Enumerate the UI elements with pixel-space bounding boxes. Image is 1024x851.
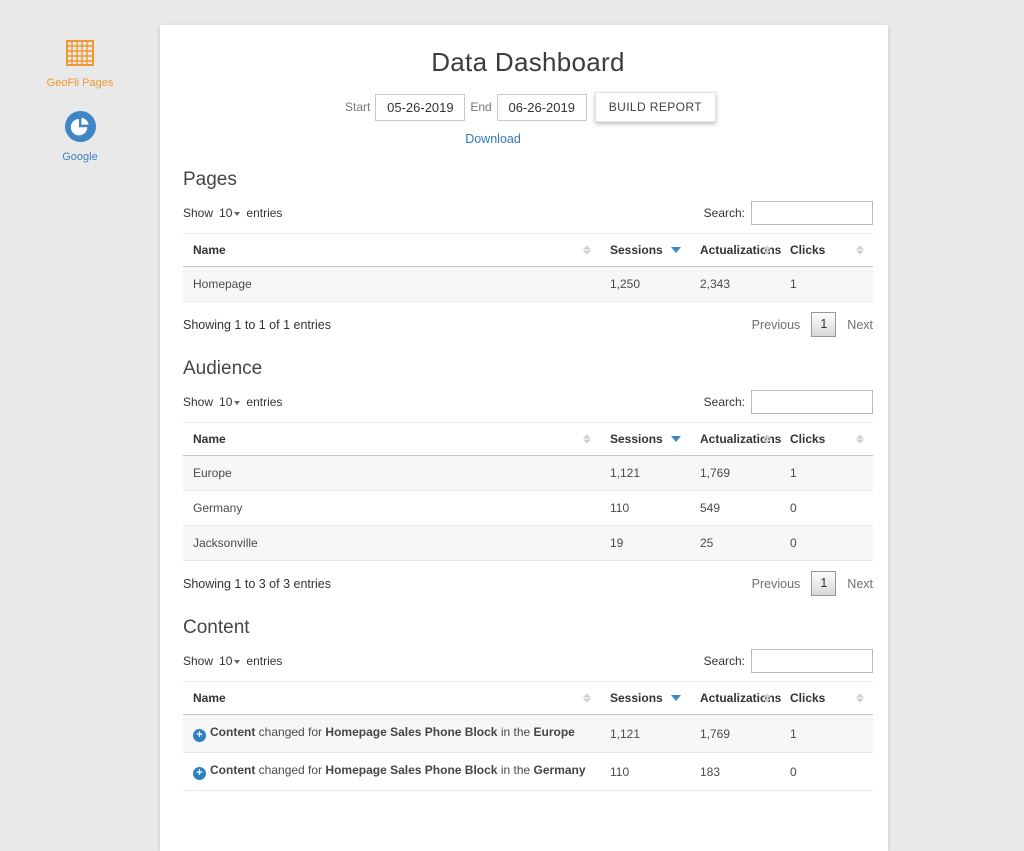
download-link[interactable]: Download bbox=[465, 132, 521, 146]
entries-label: entries bbox=[246, 206, 283, 220]
column-header-name[interactable]: Name bbox=[183, 422, 600, 456]
table-info-pages: Showing 1 to 1 of 1 entries bbox=[183, 317, 332, 332]
search-label: Search: bbox=[703, 395, 745, 409]
show-label: Show bbox=[183, 206, 214, 220]
column-header-sessions[interactable]: Sessions bbox=[600, 681, 690, 715]
entries-select-audience[interactable]: 10 bbox=[217, 394, 242, 410]
chevron-down-icon bbox=[234, 660, 241, 664]
chevron-down-icon bbox=[234, 212, 241, 216]
page-1-button[interactable]: 1 bbox=[811, 571, 837, 596]
column-header-actualizations[interactable]: Actualizations bbox=[690, 233, 781, 267]
show-entries-content: Show 10 entries bbox=[183, 653, 282, 669]
section-title-content: Content bbox=[183, 617, 250, 638]
grid-icon bbox=[65, 40, 95, 72]
sidebar-item-label: Google bbox=[62, 151, 98, 163]
pie-chart-icon bbox=[64, 111, 96, 146]
entries-select-content[interactable]: 10 bbox=[217, 653, 242, 669]
sort-icon bbox=[763, 245, 771, 255]
sort-desc-icon bbox=[671, 436, 681, 442]
table-row[interactable]: Jacksonville 19 25 0 bbox=[183, 525, 873, 561]
search-audience: Search: bbox=[704, 390, 873, 414]
entries-select-value: 10 bbox=[219, 206, 233, 220]
sort-icon bbox=[763, 434, 771, 444]
column-header-sessions[interactable]: Sessions bbox=[600, 422, 690, 456]
content-table: Name Sessions Actualizations Clicks + Con… bbox=[183, 681, 873, 791]
end-label: End bbox=[470, 100, 492, 114]
table-row[interactable]: + Content changed for Homepage Sales Phon… bbox=[183, 752, 873, 791]
table-header-row: Name Sessions Actualizations Clicks bbox=[183, 422, 873, 456]
sort-icon bbox=[583, 434, 591, 444]
search-input-audience[interactable] bbox=[751, 390, 873, 414]
sort-desc-icon bbox=[671, 247, 681, 253]
entries-label: entries bbox=[246, 395, 283, 409]
sort-icon bbox=[856, 434, 864, 444]
section-title-audience: Audience bbox=[183, 358, 263, 379]
table-row[interactable]: Homepage 1,250 2,343 1 bbox=[183, 266, 873, 302]
build-report-button[interactable]: BUILD REPORT bbox=[594, 92, 716, 122]
column-header-actualizations[interactable]: Actualizations bbox=[690, 422, 781, 456]
column-header-clicks[interactable]: Clicks bbox=[780, 681, 873, 715]
pagination-pages: Previous 1 Next bbox=[752, 312, 873, 337]
column-header-name[interactable]: Name bbox=[183, 681, 600, 715]
show-label: Show bbox=[183, 395, 214, 409]
show-entries-audience: Show 10 entries bbox=[183, 394, 282, 410]
table-row[interactable]: Germany 110 549 0 bbox=[183, 490, 873, 526]
sort-icon bbox=[583, 693, 591, 703]
sort-icon bbox=[583, 245, 591, 255]
sort-icon bbox=[763, 693, 771, 703]
show-entries-pages: Show 10 entries bbox=[183, 205, 282, 221]
search-input-content[interactable] bbox=[751, 649, 873, 673]
sidebar-item-geofli-pages[interactable]: GeoFli Pages bbox=[0, 38, 160, 89]
column-header-clicks[interactable]: Clicks bbox=[780, 422, 873, 456]
sort-icon bbox=[856, 245, 864, 255]
report-bar: Start End BUILD REPORT bbox=[183, 92, 873, 122]
entries-select-pages[interactable]: 10 bbox=[217, 205, 242, 221]
sidebar-item-label: GeoFli Pages bbox=[46, 77, 114, 89]
table-header-row: Name Sessions Actualizations Clicks bbox=[183, 233, 873, 267]
sort-icon bbox=[856, 693, 864, 703]
table-header-row: Name Sessions Actualizations Clicks bbox=[183, 681, 873, 715]
table-info-audience: Showing 1 to 3 of 3 entries bbox=[183, 576, 332, 591]
sidebar-item-google[interactable]: Google bbox=[0, 111, 160, 163]
entries-label: entries bbox=[246, 654, 283, 668]
search-input-pages[interactable] bbox=[751, 201, 873, 225]
table-row[interactable]: + Content changed for Homepage Sales Phon… bbox=[183, 714, 873, 753]
next-button[interactable]: Next bbox=[847, 318, 873, 332]
dashboard-card: Data Dashboard Start End BUILD REPORT Do… bbox=[160, 25, 888, 851]
next-button[interactable]: Next bbox=[847, 577, 873, 591]
pages-table: Name Sessions Actualizations Clicks Home… bbox=[183, 233, 873, 302]
column-header-sessions[interactable]: Sessions bbox=[600, 233, 690, 267]
search-content: Search: bbox=[704, 649, 873, 673]
start-date-input[interactable] bbox=[375, 93, 466, 121]
table-row[interactable]: Europe 1,121 1,769 1 bbox=[183, 455, 873, 491]
search-label: Search: bbox=[703, 206, 745, 220]
column-header-name[interactable]: Name bbox=[183, 233, 600, 267]
start-label: Start bbox=[345, 100, 371, 114]
chevron-down-icon bbox=[234, 401, 241, 405]
section-title-pages: Pages bbox=[183, 169, 237, 190]
sort-desc-icon bbox=[671, 695, 681, 701]
show-label: Show bbox=[183, 654, 214, 668]
plus-icon[interactable]: + bbox=[193, 729, 206, 742]
pagination-audience: Previous 1 Next bbox=[752, 571, 873, 596]
page-title: Data Dashboard bbox=[431, 47, 625, 77]
end-date-input[interactable] bbox=[496, 93, 587, 121]
column-header-clicks[interactable]: Clicks bbox=[780, 233, 873, 267]
audience-table: Name Sessions Actualizations Clicks Euro… bbox=[183, 422, 873, 561]
previous-button[interactable]: Previous bbox=[752, 318, 801, 332]
search-label: Search: bbox=[703, 654, 745, 668]
page-1-button[interactable]: 1 bbox=[811, 312, 837, 337]
entries-select-value: 10 bbox=[219, 654, 233, 668]
search-pages: Search: bbox=[704, 201, 873, 225]
previous-button[interactable]: Previous bbox=[752, 577, 801, 591]
sidebar: GeoFli Pages Google bbox=[0, 0, 160, 658]
column-header-actualizations[interactable]: Actualizations bbox=[690, 681, 781, 715]
plus-icon[interactable]: + bbox=[193, 767, 206, 780]
entries-select-value: 10 bbox=[219, 395, 233, 409]
